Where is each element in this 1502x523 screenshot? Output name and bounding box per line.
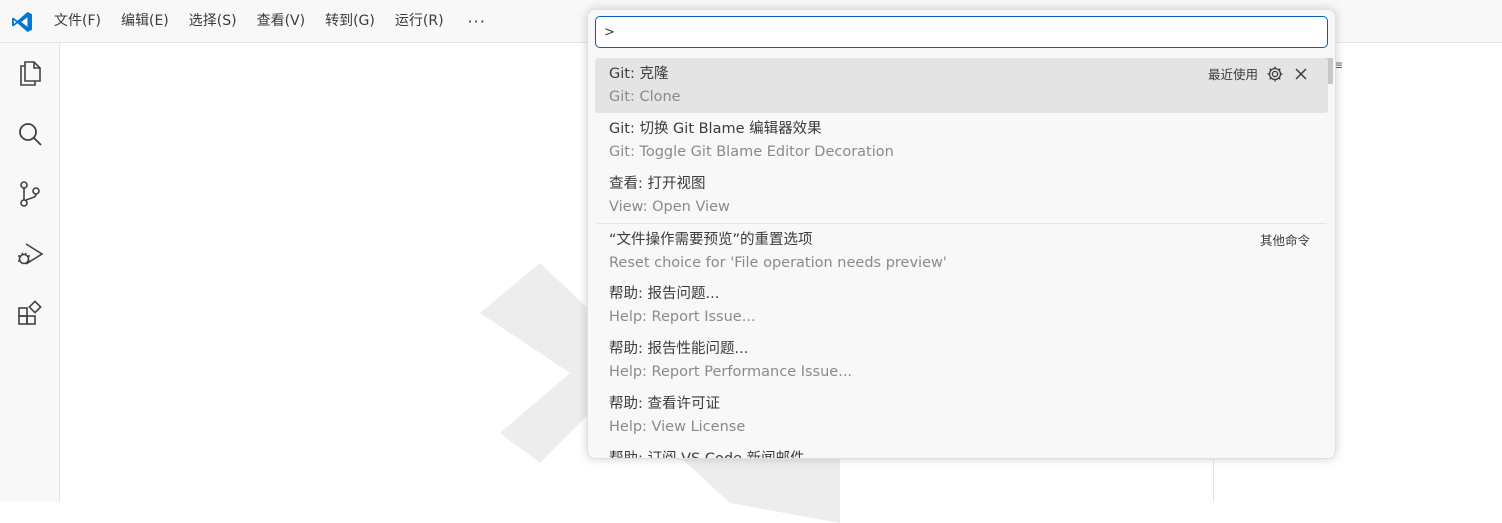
explorer-icon[interactable] xyxy=(15,58,45,88)
extensions-icon[interactable] xyxy=(15,299,45,329)
remove-recent-button[interactable] xyxy=(1292,65,1310,83)
menu-go[interactable]: 转到(G) xyxy=(315,0,385,43)
command-palette: Git: 克隆 Git: Clone 最近使用 xyxy=(587,9,1336,459)
command-label: Git: 克隆 xyxy=(609,66,669,82)
menu-file[interactable]: 文件(F) xyxy=(44,0,111,43)
menu-bar: 文件(F) 编辑(E) 选择(S) 查看(V) 转到(G) 运行(R) ··· xyxy=(44,0,500,43)
command-item[interactable]: 帮助: 订阅 VS Code 新闻邮件 xyxy=(595,443,1328,459)
command-item[interactable]: 帮助: 报告问题... Help: Report Issue... xyxy=(595,278,1328,333)
recently-used-tag: 最近使用 xyxy=(1207,67,1258,82)
command-detail: Help: Report Performance Issue... xyxy=(609,364,853,380)
gear-icon xyxy=(1267,66,1283,81)
command-label: 帮助: 报告问题... xyxy=(609,286,720,302)
menu-selection[interactable]: 选择(S) xyxy=(179,0,247,43)
menu-edit[interactable]: 编辑(E) xyxy=(111,0,179,43)
command-label: Git: 切换 Git Blame 编辑器效果 xyxy=(609,121,822,137)
search-icon[interactable] xyxy=(15,119,45,149)
command-item[interactable]: “文件操作需要预览”的重置选项 Reset choice for 'File o… xyxy=(595,223,1328,278)
close-icon xyxy=(1295,67,1307,80)
command-palette-input[interactable] xyxy=(595,16,1328,48)
command-item[interactable]: Git: 克隆 Git: Clone 最近使用 xyxy=(595,58,1328,113)
command-label: 帮助: 订阅 VS Code 新闻邮件 xyxy=(609,451,805,459)
command-list: Git: 克隆 Git: Clone 最近使用 Git: 切换 Git Blam… xyxy=(595,58,1328,459)
menu-run[interactable]: 运行(R) xyxy=(385,0,454,43)
source-control-icon[interactable] xyxy=(15,179,45,209)
command-detail: Help: View License xyxy=(609,419,746,435)
command-item[interactable]: 查看: 打开视图 View: Open View xyxy=(595,168,1328,223)
configure-keybinding-button[interactable] xyxy=(1266,65,1284,83)
vscode-logo-icon[interactable] xyxy=(10,10,34,34)
command-detail: Help: Report Issue... xyxy=(609,309,756,325)
command-detail: View: Open View xyxy=(609,199,730,215)
command-detail: Reset choice for 'File operation needs p… xyxy=(609,255,947,271)
activity-bar xyxy=(0,43,60,502)
command-item[interactable]: 帮助: 报告性能问题... Help: Report Performance I… xyxy=(595,333,1328,388)
command-label: 帮助: 查看许可证 xyxy=(609,396,720,412)
command-detail: Git: Clone xyxy=(609,89,681,105)
command-label: 查看: 打开视图 xyxy=(609,176,706,192)
command-detail: Git: Toggle Git Blame Editor Decoration xyxy=(609,144,894,160)
command-item[interactable]: Git: 切换 Git Blame 编辑器效果 Git: Toggle Git … xyxy=(595,113,1328,168)
command-label: “文件操作需要预览”的重置选项 xyxy=(609,232,813,248)
menu-more-button[interactable]: ··· xyxy=(454,0,500,43)
command-label: 帮助: 报告性能问题... xyxy=(609,341,749,357)
menu-view[interactable]: 查看(V) xyxy=(247,0,316,43)
command-item[interactable]: 帮助: 查看许可证 Help: View License xyxy=(595,388,1328,443)
run-debug-icon[interactable] xyxy=(15,239,45,269)
other-commands-tag: 其他命令 xyxy=(1259,233,1310,248)
